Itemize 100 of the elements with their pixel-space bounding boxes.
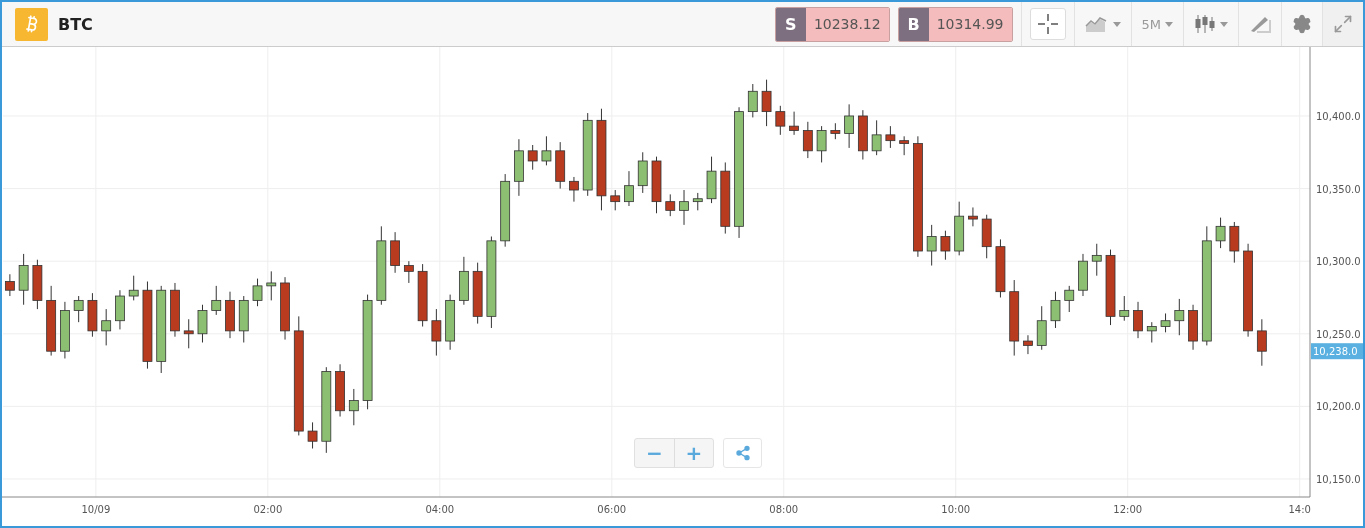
- axis-label: 12:00: [1113, 504, 1143, 515]
- candle: [472, 262, 483, 325]
- candle: [1064, 285, 1075, 313]
- candle: [954, 201, 965, 256]
- candle: [266, 270, 277, 301]
- axis-label: 04:00: [425, 504, 455, 515]
- gear-icon: [1292, 14, 1312, 34]
- line-chart-icon: [1084, 15, 1109, 33]
- candle: [679, 189, 689, 226]
- axis-label: 10/09: [81, 504, 111, 515]
- candle: [541, 135, 552, 166]
- candle: [830, 122, 841, 140]
- timeframe-button[interactable]: 5M: [1130, 2, 1183, 46]
- candle: [1023, 334, 1033, 355]
- symbol-title: BTC: [58, 14, 94, 34]
- zoom-out-button[interactable]: −: [635, 439, 674, 467]
- candle: [73, 295, 84, 323]
- candle: [1078, 253, 1088, 297]
- candle: [651, 156, 662, 214]
- caret-icon: [1165, 21, 1173, 27]
- candle: [459, 256, 469, 306]
- candle: [101, 308, 112, 346]
- share-icon: [734, 445, 751, 461]
- buy-price[interactable]: B 10314.99: [897, 6, 1013, 42]
- candle: [995, 238, 1006, 298]
- candle: [706, 156, 717, 204]
- axis-label: 06:00: [597, 504, 627, 515]
- expand-icon: [1333, 14, 1353, 34]
- crosshair-icon: [1036, 13, 1059, 35]
- candle: [569, 176, 579, 203]
- candle: [802, 121, 813, 159]
- crosshair-button[interactable]: [1029, 8, 1066, 40]
- candle: [857, 109, 868, 161]
- candle: [610, 189, 621, 211]
- candle: [871, 119, 882, 156]
- candle: [1091, 243, 1102, 277]
- candle: [1229, 221, 1240, 264]
- candle: [885, 125, 896, 149]
- candle: [417, 263, 428, 328]
- candle: [1050, 291, 1061, 329]
- candle: [899, 135, 910, 156]
- pencil-icon: [1249, 15, 1271, 33]
- axis-label: 10,300.0: [1316, 256, 1361, 268]
- candle: [60, 301, 70, 359]
- caret-icon: [1220, 21, 1228, 27]
- axis-label: 10,350.0: [1316, 183, 1361, 195]
- candle: [1160, 312, 1171, 333]
- candle: [637, 151, 648, 194]
- candle: [624, 170, 634, 207]
- candle: [183, 318, 194, 349]
- candle: [252, 278, 263, 307]
- candle: [1188, 304, 1198, 351]
- candle: [335, 363, 345, 418]
- axis-label: 10:00: [941, 504, 971, 515]
- candle: [555, 141, 566, 190]
- fullscreen-button[interactable]: [1322, 2, 1363, 46]
- candle: [692, 192, 703, 211]
- candle: [816, 125, 827, 163]
- axis-label: 08:00: [769, 504, 799, 515]
- candle: [225, 291, 235, 339]
- candle: [403, 260, 414, 284]
- candle: [665, 193, 676, 217]
- share-button[interactable]: [723, 438, 762, 468]
- bitcoin-logo-icon: [15, 7, 48, 41]
- candle: [1146, 321, 1157, 343]
- candle: [844, 103, 854, 149]
- candle: [18, 253, 29, 306]
- candle: [307, 421, 318, 449]
- candle: [1256, 318, 1267, 367]
- candle: [1119, 295, 1130, 322]
- candle: [968, 206, 978, 227]
- axis-label: 10,150.0: [1316, 474, 1361, 485]
- candle: [197, 304, 208, 343]
- axis-label: 10,250.0: [1316, 328, 1361, 340]
- axis-label: 10,200.0: [1316, 401, 1361, 413]
- caret-icon: [1112, 21, 1121, 27]
- candle: [527, 144, 538, 171]
- candle: [170, 282, 180, 338]
- candle: [128, 275, 139, 301]
- sell-price[interactable]: S 10238.12: [774, 6, 890, 42]
- candle: [32, 259, 43, 310]
- candle: [445, 294, 456, 351]
- candle: [981, 214, 992, 259]
- candle: [46, 285, 57, 357]
- axis-label: 14:0: [1288, 504, 1311, 515]
- price-tag: 10,238.0: [1311, 343, 1363, 360]
- candle: [348, 388, 359, 426]
- candle: [280, 276, 290, 341]
- candle: [789, 111, 799, 136]
- candle: [4, 273, 15, 297]
- candle: [940, 230, 951, 261]
- candlestick-icon: [1194, 14, 1216, 34]
- candle: [1215, 217, 1226, 249]
- zoom-in-button[interactable]: +: [674, 439, 713, 467]
- candle: [211, 285, 222, 316]
- candle: [115, 289, 125, 330]
- candle: [1174, 298, 1185, 336]
- axis-label: 10,400.0: [1316, 110, 1361, 122]
- candle: [431, 308, 442, 357]
- candle: [926, 224, 937, 267]
